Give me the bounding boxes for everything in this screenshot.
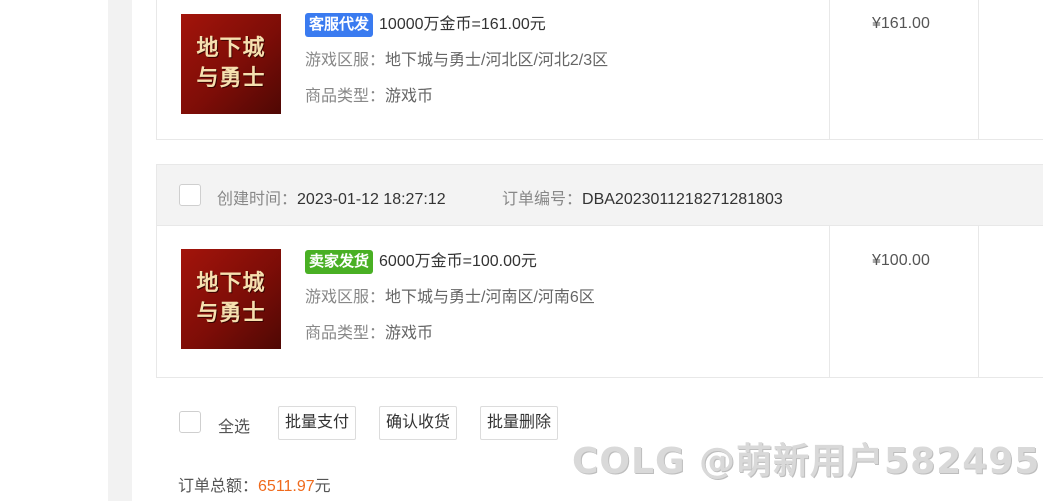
delivery-tag: 卖家发货 — [305, 250, 374, 274]
type-value: 游戏币 — [385, 325, 434, 342]
orderno-label: 订单编号： — [502, 191, 583, 208]
select-all-checkbox[interactable] — [179, 411, 201, 433]
select-all-label[interactable]: 全选 — [218, 413, 250, 437]
product-thumbnail[interactable]: 地下城 与勇士 — [181, 249, 281, 349]
product-thumbnail[interactable]: 地下城 与勇士 — [181, 14, 281, 114]
thumbnail-text-line1: 地下城 — [196, 36, 266, 61]
order-header-2: 创建时间：2023-01-12 18:27:12 订单编号：DBA2023011… — [156, 164, 1043, 226]
order-total: 订单总额：6511.97元 — [178, 472, 331, 496]
server-label: 游戏区服： — [305, 52, 386, 69]
server-value: 地下城与勇士/河北区/河北2/3区 — [385, 52, 609, 69]
type-row: 商品类型：游戏币 — [305, 322, 595, 358]
thumbnail-text-line2: 与勇士 — [196, 301, 266, 326]
order-title-row: 卖家发货 6000万金币=100.00元 — [305, 250, 595, 286]
page-gutter — [0, 0, 108, 501]
type-label: 商品类型： — [305, 325, 386, 342]
total-unit: 元 — [314, 478, 331, 495]
order-title-row: 客服代发 10000万金币=161.00元 — [305, 13, 608, 49]
batch-delete-button[interactable]: 批量删除 — [480, 406, 559, 440]
order-title[interactable]: 10000万金币=161.00元 — [379, 16, 546, 33]
order-item-2: 地下城 与勇士 卖家发货 6000万金币=100.00元 游戏区服：地下城与勇士/… — [156, 226, 1043, 378]
order-item-1: 地下城 与勇士 客服代发 10000万金币=161.00元 游戏区服：地下城与勇士… — [156, 0, 1043, 140]
left-divider — [108, 0, 132, 501]
server-value: 地下城与勇士/河南区/河南6区 — [385, 289, 595, 306]
order-number: 订单编号：DBA2023011218271281803 — [502, 185, 783, 209]
server-row: 游戏区服：地下城与勇士/河北区/河北2/3区 — [305, 49, 608, 85]
delivery-tag: 客服代发 — [305, 13, 374, 37]
server-row: 游戏区服：地下城与勇士/河南区/河南6区 — [305, 286, 595, 322]
order-info: 卖家发货 6000万金币=100.00元 游戏区服：地下城与勇士/河南区/河南6区… — [305, 250, 595, 358]
type-row: 商品类型：游戏币 — [305, 85, 608, 121]
order-checkbox[interactable] — [179, 184, 201, 206]
watermark: COLG @萌新用户5824955 — [572, 441, 1043, 482]
created-label: 创建时间： — [217, 191, 298, 208]
orderno-value: DBA2023011218271281803 — [582, 191, 783, 208]
order-price: ¥161.00 — [872, 15, 930, 32]
server-label: 游戏区服： — [305, 289, 386, 306]
order-price: ¥100.00 — [872, 252, 930, 269]
type-label: 商品类型： — [305, 88, 386, 105]
type-value: 游戏币 — [385, 88, 434, 105]
thumbnail-text-line1: 地下城 — [196, 271, 266, 296]
total-label: 订单总额： — [178, 478, 259, 495]
total-amount: 6511.97 — [258, 478, 315, 495]
confirm-receipt-button[interactable]: 确认收货 — [379, 406, 458, 440]
order-info: 客服代发 10000万金币=161.00元 游戏区服：地下城与勇士/河北区/河北2… — [305, 13, 608, 121]
created-time: 创建时间：2023-01-12 18:27:12 — [217, 185, 446, 209]
thumbnail-text-line2: 与勇士 — [196, 66, 266, 91]
created-value: 2023-01-12 18:27:12 — [297, 191, 446, 208]
price-column: ¥100.00 — [829, 226, 979, 377]
batch-pay-button[interactable]: 批量支付 — [278, 406, 357, 440]
order-title[interactable]: 6000万金币=100.00元 — [379, 253, 537, 270]
price-column: ¥161.00 — [829, 0, 979, 139]
